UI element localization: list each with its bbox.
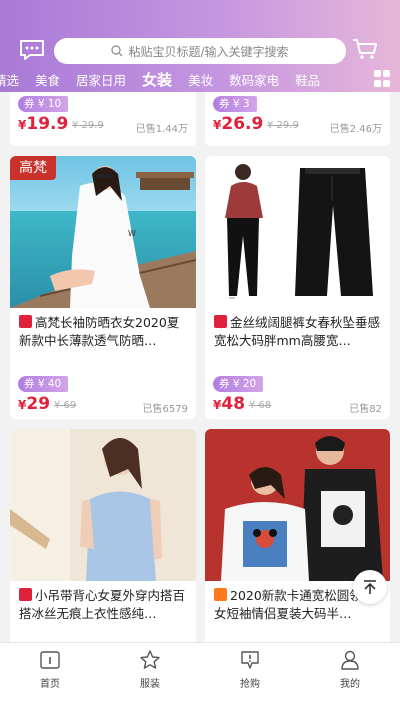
nav-label: 首页: [40, 679, 60, 690]
product-image: [205, 429, 390, 581]
product-title: 小吊带背心女夏外穿内搭百搭冰丝无痕上衣性感纯…: [19, 588, 186, 621]
sold-count: 已售82: [349, 404, 382, 415]
product-card[interactable]: 券 ¥ 3 ¥26.9 ¥ 29.9 已售2.46万: [205, 92, 390, 146]
price: ¥48: [213, 394, 246, 414]
profile-icon: [341, 650, 359, 670]
nav-flash-sale[interactable]: 抢购: [200, 643, 300, 710]
nav-label: 抢购: [240, 679, 260, 690]
price: ¥19.9: [18, 114, 69, 134]
back-to-top-button[interactable]: [353, 570, 387, 604]
tab-beauty[interactable]: 美妆: [188, 70, 213, 89]
brand-badge: 高梵: [10, 156, 56, 180]
sold-count: 已售1.44万: [135, 124, 188, 135]
product-card[interactable]: 金丝绒阔腿裤女春秋坠垂感宽松大码胖mm高腰宽… 券 ¥ 20 ¥48 ¥ 68 …: [205, 156, 390, 419]
search-input[interactable]: 粘贴宝贝标题/输入关键字搜索: [54, 38, 346, 64]
original-price: ¥ 69: [54, 400, 77, 411]
product-title: 高梵长袖防晒衣女2020夏新款中长薄款透气防晒…: [19, 315, 180, 348]
nav-profile[interactable]: 我的: [300, 643, 400, 710]
nav-label: 我的: [340, 679, 360, 690]
product-card[interactable]: 小吊带背心女夏外穿内搭百搭冰丝无痕上衣性感纯…: [10, 429, 196, 642]
category-grid-icon[interactable]: [374, 70, 392, 88]
product-image: [205, 156, 390, 308]
nav-home[interactable]: 首页: [0, 643, 100, 710]
tmall-icon: [214, 315, 227, 328]
original-price: ¥ 68: [249, 400, 272, 411]
product-card[interactable]: 2020新款卡通宽松圆领恤女短袖情侣夏装大码半…: [205, 429, 390, 642]
price: ¥26.9: [213, 114, 264, 134]
product-feed: 券 ¥ 10 ¥19.9 ¥ 29.9 已售1.44万 券 ¥ 3 ¥26.9 …: [0, 92, 400, 642]
coupon-badge: 券 ¥ 40: [18, 376, 69, 392]
sold-count: 已售6579: [142, 404, 188, 415]
original-price: ¥ 29.9: [72, 120, 104, 131]
product-card[interactable]: 券 ¥ 10 ¥19.9 ¥ 29.9 已售1.44万: [10, 92, 196, 146]
star-icon: [140, 650, 160, 669]
category-tabs: 精选 美食 居家日用 女装 美妆 数码家电 鞋品: [0, 68, 400, 90]
bottom-nav: 首页 服装 抢购 我的: [0, 642, 400, 710]
nav-clothing[interactable]: 服装: [100, 643, 200, 710]
search-placeholder: 粘贴宝贝标题/输入关键字搜索: [128, 44, 289, 59]
taobao-icon: [214, 588, 227, 601]
coupon-badge: 券 ¥ 10: [18, 96, 69, 112]
home-icon: [40, 651, 60, 669]
tab-shoes[interactable]: 鞋品: [295, 70, 320, 89]
tab-featured[interactable]: 精选: [0, 70, 19, 89]
coupon-badge: 券 ¥ 20: [213, 376, 264, 392]
price: ¥29: [18, 394, 51, 414]
cart-icon[interactable]: [352, 37, 378, 61]
tmall-icon: [19, 315, 32, 328]
product-image: [10, 429, 196, 581]
message-icon[interactable]: [18, 38, 46, 62]
tmall-icon: [19, 588, 32, 601]
tab-electronics[interactable]: 数码家电: [229, 70, 279, 89]
tab-food[interactable]: 美食: [35, 70, 60, 89]
coupon-badge: 券 ¥ 3: [213, 96, 257, 112]
tab-womens-clothing[interactable]: 女装: [142, 69, 172, 90]
original-price: ¥ 29.9: [267, 120, 299, 131]
tab-home[interactable]: 居家日用: [76, 70, 126, 89]
search-icon: [111, 45, 123, 57]
product-title: 金丝绒阔腿裤女春秋坠垂感宽松大码胖mm高腰宽…: [214, 315, 381, 348]
svg-text:W: W: [128, 229, 136, 238]
product-card[interactable]: W 高梵 高梵长袖防晒衣女2020夏新款中长薄款透气防晒… 券 ¥ 40 ¥29…: [10, 156, 196, 419]
app-header: 粘贴宝贝标题/输入关键字搜索 精选 美食 居家日用 女装 美妆 数码家电 鞋品: [0, 0, 400, 92]
nav-label: 服装: [140, 679, 160, 690]
flash-sale-icon: [241, 651, 259, 669]
sold-count: 已售2.46万: [329, 124, 382, 135]
arrow-up-icon: [364, 580, 376, 594]
